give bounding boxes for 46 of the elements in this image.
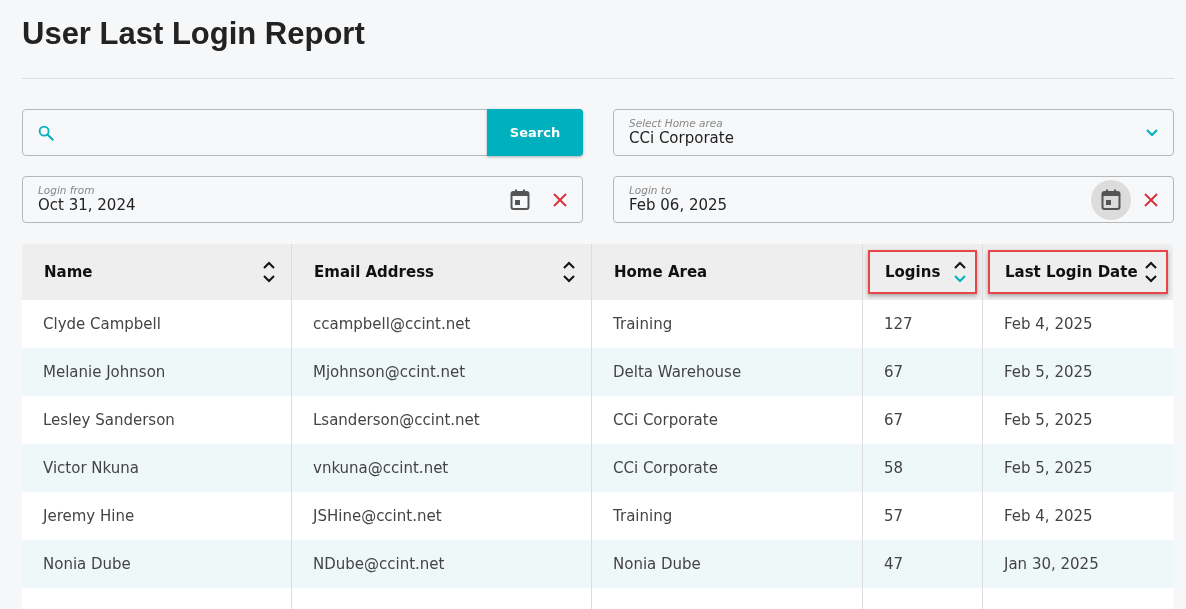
table-cell-text: Jan 30, 2025	[1002, 554, 1100, 575]
table-cell-text: Feb 5, 2025	[1003, 458, 1094, 479]
home-area-select[interactable]: Select Home area CCi Corporate	[613, 109, 1174, 156]
sort-icon[interactable]	[262, 259, 276, 285]
date-field[interactable]: Login to Feb 06, 2025	[613, 176, 1174, 223]
field-value: Feb 06, 2025	[629, 196, 729, 215]
column-header[interactable]: Email Address	[292, 244, 592, 300]
column-label: Email Address	[314, 263, 434, 281]
field-label: Login to	[629, 184, 673, 196]
table-cell-text: Feb 4, 2025	[1003, 506, 1094, 527]
field-value: CCi Corporate	[629, 129, 735, 148]
calendar-icon	[1101, 188, 1121, 211]
search-icon	[37, 123, 55, 142]
field-label: Select Home area	[629, 117, 724, 129]
column-label: Last Login Date	[1005, 263, 1138, 281]
sort-icon[interactable]	[953, 259, 967, 285]
sort-icon[interactable]	[562, 259, 576, 285]
field-value: Oct 31, 2024	[38, 196, 137, 215]
table-cell: 47	[863, 540, 983, 588]
calendar-icon	[510, 188, 530, 211]
table-cell: vnkuna@ccint.net	[292, 444, 592, 492]
chevron-down-icon	[1145, 127, 1159, 138]
column-label: Home Area	[614, 263, 708, 281]
calendar-button[interactable]	[1091, 179, 1131, 220]
table-cell-text: Feb 5, 2025	[1003, 410, 1094, 431]
table-cell: NDube@ccint.net	[292, 540, 592, 588]
table-cell: 67	[863, 348, 983, 396]
table-cell: Melanie Johnson	[22, 348, 292, 396]
clear-icon[interactable]	[552, 191, 568, 208]
table-cell-text: Feb 4, 2025	[1003, 314, 1094, 335]
column-label: Name	[44, 263, 93, 281]
column-header[interactable]: Name	[22, 244, 292, 300]
table-cell: Mjohnson@ccint.net	[292, 348, 592, 396]
sort-icon[interactable]	[1144, 259, 1158, 285]
column-label: Logins	[885, 263, 941, 281]
page-title: User Last Login Report	[22, 15, 366, 53]
date-field[interactable]: Login from Oct 31, 2024	[22, 176, 583, 223]
table-cell: Nonia Dube	[22, 540, 292, 588]
table-cell: Victor Nkuna	[22, 444, 292, 492]
field-label: Login from	[38, 184, 96, 196]
table-cell: 58	[863, 444, 983, 492]
clear-icon[interactable]	[1143, 191, 1159, 208]
table-cell: Delta Warehouse	[592, 348, 863, 396]
table-cell-text: Feb 5, 2025	[1003, 362, 1094, 383]
table-cell: CCi Corporate	[592, 444, 863, 492]
table-cell: Nonia Dube	[592, 540, 863, 588]
